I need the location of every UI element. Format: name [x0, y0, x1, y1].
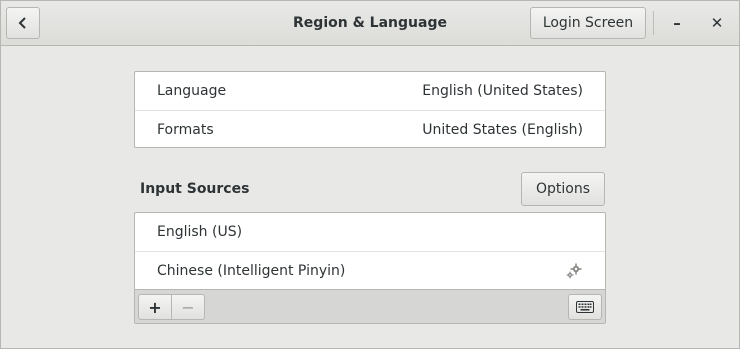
plus-icon: +: [148, 297, 162, 317]
settings-window: Region & Language Login Screen – ✕ Langu…: [0, 0, 740, 349]
keyboard-icon: [576, 301, 594, 313]
login-screen-button[interactable]: Login Screen: [530, 7, 646, 39]
chevron-left-icon: [18, 17, 26, 29]
header-bar: Region & Language Login Screen – ✕: [1, 1, 739, 46]
header-separator: [653, 11, 654, 35]
input-source-label: English (US): [157, 224, 243, 240]
add-input-source-button[interactable]: +: [138, 294, 172, 320]
close-button[interactable]: ✕: [702, 7, 732, 39]
minimize-icon: –: [673, 14, 681, 32]
input-sources-toolbar: + −: [135, 289, 605, 323]
minimize-button[interactable]: –: [662, 7, 692, 39]
back-button[interactable]: [6, 7, 40, 39]
row-label: Formats: [157, 122, 214, 138]
keyboard-layout-button[interactable]: [568, 294, 602, 320]
formats-row[interactable]: Formats United States (English): [135, 110, 605, 148]
language-formats-list: Language English (United States) Formats…: [134, 71, 606, 148]
remove-input-source-button[interactable]: −: [171, 294, 205, 320]
window-title: Region & Language: [293, 15, 447, 31]
row-value: United States (English): [422, 122, 583, 138]
language-row[interactable]: Language English (United States): [135, 72, 605, 110]
input-source-row[interactable]: English (US): [135, 213, 605, 251]
row-value: English (United States): [422, 83, 583, 99]
row-label: Language: [157, 83, 227, 99]
input-sources-heading: Input Sources: [140, 181, 250, 197]
input-source-label: Chinese (Intelligent Pinyin): [157, 263, 346, 279]
input-sources-list: English (US) Chinese (Intelligent Pinyin…: [134, 212, 606, 324]
minus-icon: −: [181, 297, 195, 317]
close-icon: ✕: [710, 14, 724, 32]
options-button[interactable]: Options: [521, 172, 605, 206]
gear-icon[interactable]: [565, 262, 583, 280]
input-source-row[interactable]: Chinese (Intelligent Pinyin): [135, 251, 605, 289]
